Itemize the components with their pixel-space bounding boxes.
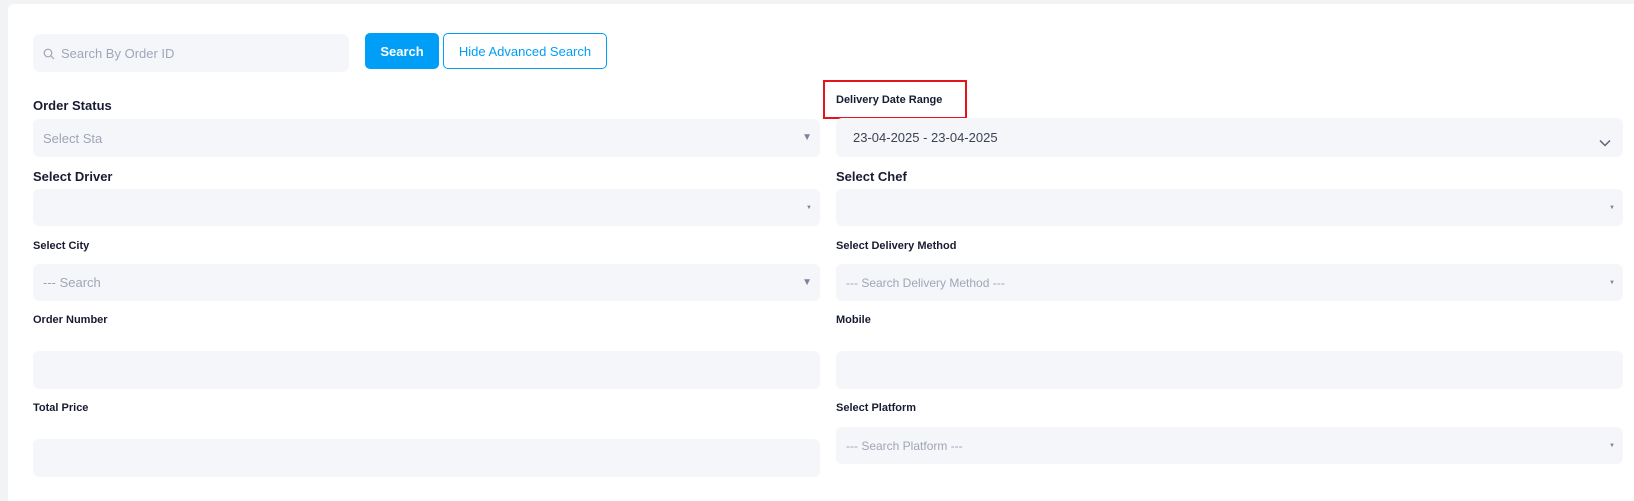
- total-price-input[interactable]: [33, 439, 820, 477]
- city-select[interactable]: --- Search ▼: [33, 264, 820, 301]
- mobile-input[interactable]: [836, 351, 1623, 389]
- mobile-label: Mobile: [836, 314, 871, 326]
- order-number-input[interactable]: [33, 351, 820, 389]
- caret-down-icon: ▼: [806, 204, 812, 211]
- select-city-label: Select City: [33, 240, 90, 252]
- select-platform-label: Select Platform: [836, 402, 917, 414]
- caret-down-icon: ▼: [802, 276, 812, 288]
- city-placeholder: --- Search: [43, 275, 101, 290]
- order-status-select[interactable]: Select Sta ▼: [33, 119, 820, 157]
- chef-select[interactable]: ▼: [836, 189, 1623, 226]
- order-status-label: Order Status: [33, 98, 112, 113]
- search-button[interactable]: Search: [365, 33, 439, 69]
- order-id-search-box[interactable]: [33, 34, 349, 72]
- caret-down-icon: ▼: [802, 132, 812, 143]
- caret-down-icon: ▼: [1609, 279, 1615, 286]
- select-driver-label: Select Driver: [33, 169, 113, 184]
- hide-advanced-search-button[interactable]: Hide Advanced Search: [443, 33, 607, 69]
- order-number-label: Order Number: [33, 314, 108, 326]
- order-id-search-input[interactable]: [61, 45, 331, 61]
- search-icon: [43, 47, 55, 60]
- driver-select[interactable]: ▼: [33, 189, 820, 226]
- order-status-placeholder: Select Sta: [43, 130, 103, 146]
- delivery-method-select[interactable]: --- Search Delivery Method --- ▼: [836, 264, 1623, 301]
- select-delivery-method-label: Select Delivery Method: [836, 240, 957, 252]
- delivery-method-placeholder: --- Search Delivery Method ---: [846, 275, 1005, 290]
- total-price-label: Total Price: [33, 402, 89, 414]
- delivery-date-range-value: 23-04-2025 - 23-04-2025: [853, 130, 998, 145]
- platform-placeholder: --- Search Platform ---: [846, 438, 963, 453]
- delivery-date-range-picker[interactable]: 23-04-2025 - 23-04-2025: [836, 118, 1623, 157]
- caret-down-icon: ▼: [1609, 442, 1615, 449]
- delivery-date-range-label: Delivery Date Range: [836, 94, 943, 106]
- chevron-down-icon: [1599, 134, 1611, 147]
- caret-down-icon: ▼: [1609, 204, 1615, 211]
- select-chef-label: Select Chef: [836, 169, 907, 184]
- platform-select[interactable]: --- Search Platform --- ▼: [836, 427, 1623, 464]
